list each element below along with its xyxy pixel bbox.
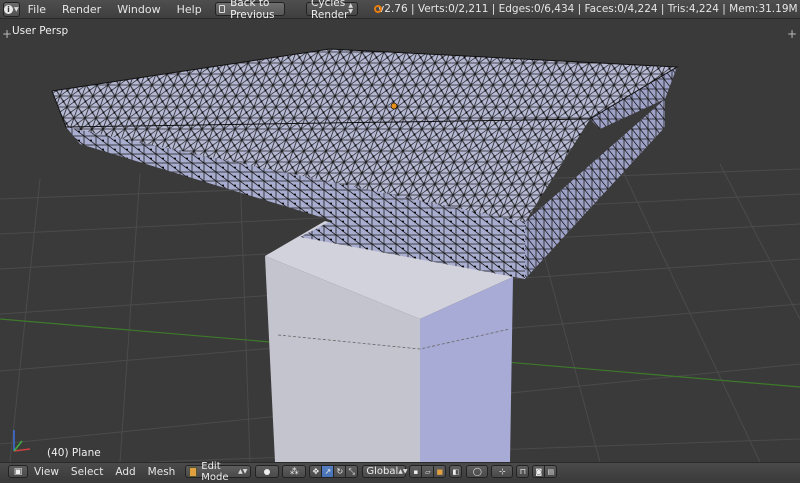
face-icon: ■	[436, 467, 444, 476]
hand-icon: ✥	[312, 467, 320, 476]
menu-view[interactable]: View	[28, 466, 65, 478]
mode-select[interactable]: Edit Mode ▲▼	[185, 461, 252, 483]
axis-gizmo	[13, 430, 31, 452]
snap-icon: ⊹	[498, 467, 506, 476]
snap-element-select[interactable]: ⊹	[491, 465, 514, 478]
corner-plus-icon[interactable]: +	[2, 27, 12, 41]
manipulator-group: ✥ ↗ ↻ ⤡	[309, 465, 359, 478]
pivot-select[interactable]: ⁂	[282, 465, 307, 478]
viewport-canvas	[0, 48, 800, 462]
menu-window[interactable]: Window	[109, 3, 168, 16]
view-label: User Persp	[12, 25, 69, 37]
render-anim-button[interactable]: ▤	[544, 465, 558, 478]
pivot-icon: ⁂	[289, 466, 299, 477]
editor-type-button[interactable]: ▣	[8, 465, 28, 478]
vertex-icon: ▪	[413, 467, 419, 476]
3d-view-icon: ▣	[13, 466, 23, 477]
active-object-label: (40) Plane	[47, 447, 101, 459]
scale-icon: ⤡	[348, 466, 356, 476]
orientation-select[interactable]: Global ▲▼	[362, 465, 408, 478]
menu-add[interactable]: Add	[109, 466, 141, 478]
scale-button[interactable]: ⤡	[345, 465, 359, 478]
magnet-icon: ⊓	[519, 467, 526, 476]
menu-mesh[interactable]: Mesh	[142, 466, 182, 478]
solid-shading-icon	[264, 468, 271, 475]
back-to-previous-label: Back to Previous	[230, 0, 275, 21]
orientation-label: Global	[366, 466, 399, 477]
render-engine-select[interactable]: Cycles Render ▲ ▼	[306, 0, 359, 21]
corner-plus-icon[interactable]: +	[787, 27, 797, 41]
proportional-edit-select[interactable]: ◯	[466, 465, 489, 478]
info-header: i ▼ File Render Window Help Back to Previ…	[0, 0, 800, 21]
menu-select[interactable]: Select	[65, 466, 109, 478]
face-select-button[interactable]: ■	[433, 465, 447, 478]
menu-help[interactable]: Help	[169, 3, 210, 16]
camera-icon: ◙	[535, 467, 543, 476]
menu-render[interactable]: Render	[54, 3, 109, 16]
layers-group: ◙ ▤	[532, 465, 558, 478]
render-engine-label: Cycles Render	[311, 0, 349, 21]
mode-label: Edit Mode	[201, 460, 229, 483]
editor-type-button[interactable]: i ▼	[3, 1, 20, 17]
film-icon: ▤	[547, 467, 555, 476]
select-mode-group: ▪ ▱ ■	[409, 465, 447, 478]
3d-viewport[interactable]: User Persp (40) Plane + +	[0, 19, 800, 462]
cube-icon: ◧	[452, 467, 460, 476]
menu-file[interactable]: File	[20, 3, 54, 16]
updown-arrows-icon: ▲▼	[398, 468, 408, 475]
updown-arrows-icon: ▲▼	[348, 2, 354, 15]
rotate-icon: ↻	[336, 467, 344, 476]
arrow-icon: ↗	[324, 467, 332, 476]
updown-arrows-icon: ▲▼	[238, 468, 248, 475]
scene-stats: v2.76 | Verts:0/2,211 | Edges:0/6,434 | …	[378, 3, 800, 15]
object-origin	[390, 102, 398, 110]
chevron-down-icon: ▼	[14, 5, 19, 13]
plane-mesh-upper	[51, 48, 679, 129]
3d-view-header: ▣ View Select Add Mesh Edit Mode ▲▼ ⁂ ✥ …	[0, 461, 800, 483]
edit-mode-icon	[189, 466, 198, 477]
back-to-previous-button[interactable]: Back to Previous	[214, 0, 286, 21]
screen-icon	[218, 5, 226, 13]
snap-toggle[interactable]: ⊓	[516, 465, 530, 478]
circle-icon: ◯	[472, 467, 482, 476]
occlude-geometry-button[interactable]: ◧	[449, 465, 463, 478]
edge-icon: ▱	[425, 467, 431, 476]
shading-select[interactable]	[255, 465, 280, 478]
info-icon: i	[4, 4, 13, 14]
